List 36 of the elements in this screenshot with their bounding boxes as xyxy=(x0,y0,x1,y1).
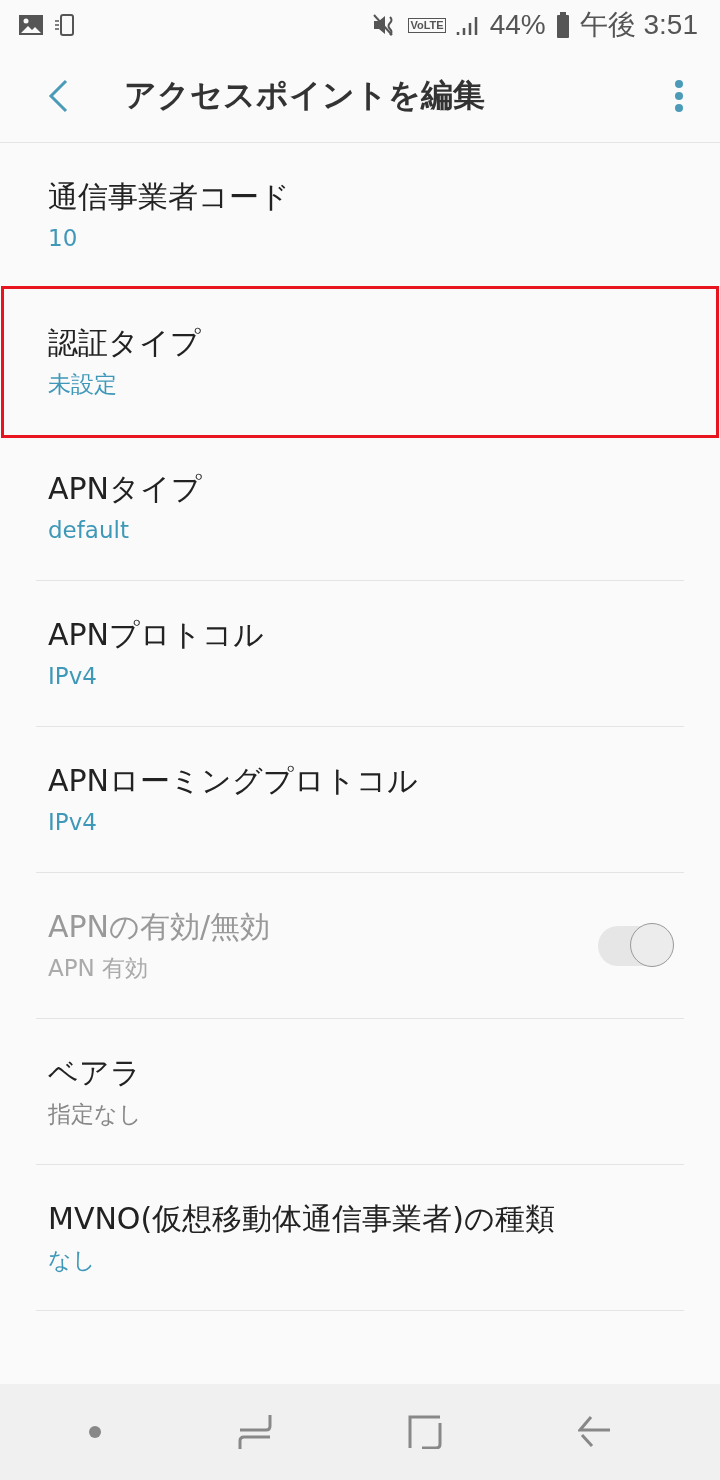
chevron-left-icon xyxy=(46,78,70,114)
recent-apps-button[interactable] xyxy=(238,1414,272,1450)
item-value: IPv4 xyxy=(48,661,98,691)
item-title: APNプロトコル xyxy=(48,615,266,654)
back-nav-button[interactable] xyxy=(578,1415,612,1449)
item-title: 通信事業者コード xyxy=(48,177,291,216)
item-title: APNローミングプロトコル xyxy=(48,761,420,800)
item-value: 10 xyxy=(48,223,79,253)
item-title: 認証タイプ xyxy=(48,323,202,362)
home-button[interactable] xyxy=(408,1415,442,1449)
list-item[interactable]: MVNO(仮想移動体通信事業者)の種類 なし xyxy=(36,1165,684,1311)
item-value: default xyxy=(48,515,130,545)
list-item[interactable]: APNタイプ default xyxy=(36,435,684,581)
item-title: APNタイプ xyxy=(48,469,204,508)
item-value: APN 有効 xyxy=(48,953,150,983)
highlighted-list-item[interactable]: 認証タイプ 未設定 xyxy=(4,289,716,435)
list-item[interactable]: 通信事業者コード 10 xyxy=(36,143,684,289)
volte-label: VoLTE xyxy=(408,17,446,33)
dot-button[interactable] xyxy=(88,1425,102,1439)
item-title: MVNO(仮想移動体通信事業者)の種類 xyxy=(48,1199,556,1238)
list-item[interactable]: APNローミングプロトコル IPv4 xyxy=(36,727,684,873)
screen-title: アクセスポイントを編集 xyxy=(124,75,486,116)
list-item[interactable]: ベアラ 指定なし xyxy=(36,1019,684,1165)
more-icon xyxy=(674,79,684,113)
list-item[interactable]: APNプロトコル IPv4 xyxy=(36,581,684,727)
battery-percent: 44% xyxy=(489,9,546,41)
item-value: IPv4 xyxy=(48,807,98,837)
item-value: なし xyxy=(48,1245,97,1275)
item-value: 指定なし xyxy=(48,1099,143,1129)
item-value: 未設定 xyxy=(48,369,118,399)
phone-icon xyxy=(54,13,76,37)
image-icon xyxy=(18,14,44,36)
battery-icon xyxy=(555,12,570,38)
item-title: APNの有効/無効 xyxy=(48,907,272,946)
item-title: ベアラ xyxy=(48,1053,142,1092)
clock: 午後 3:51 xyxy=(579,8,698,42)
